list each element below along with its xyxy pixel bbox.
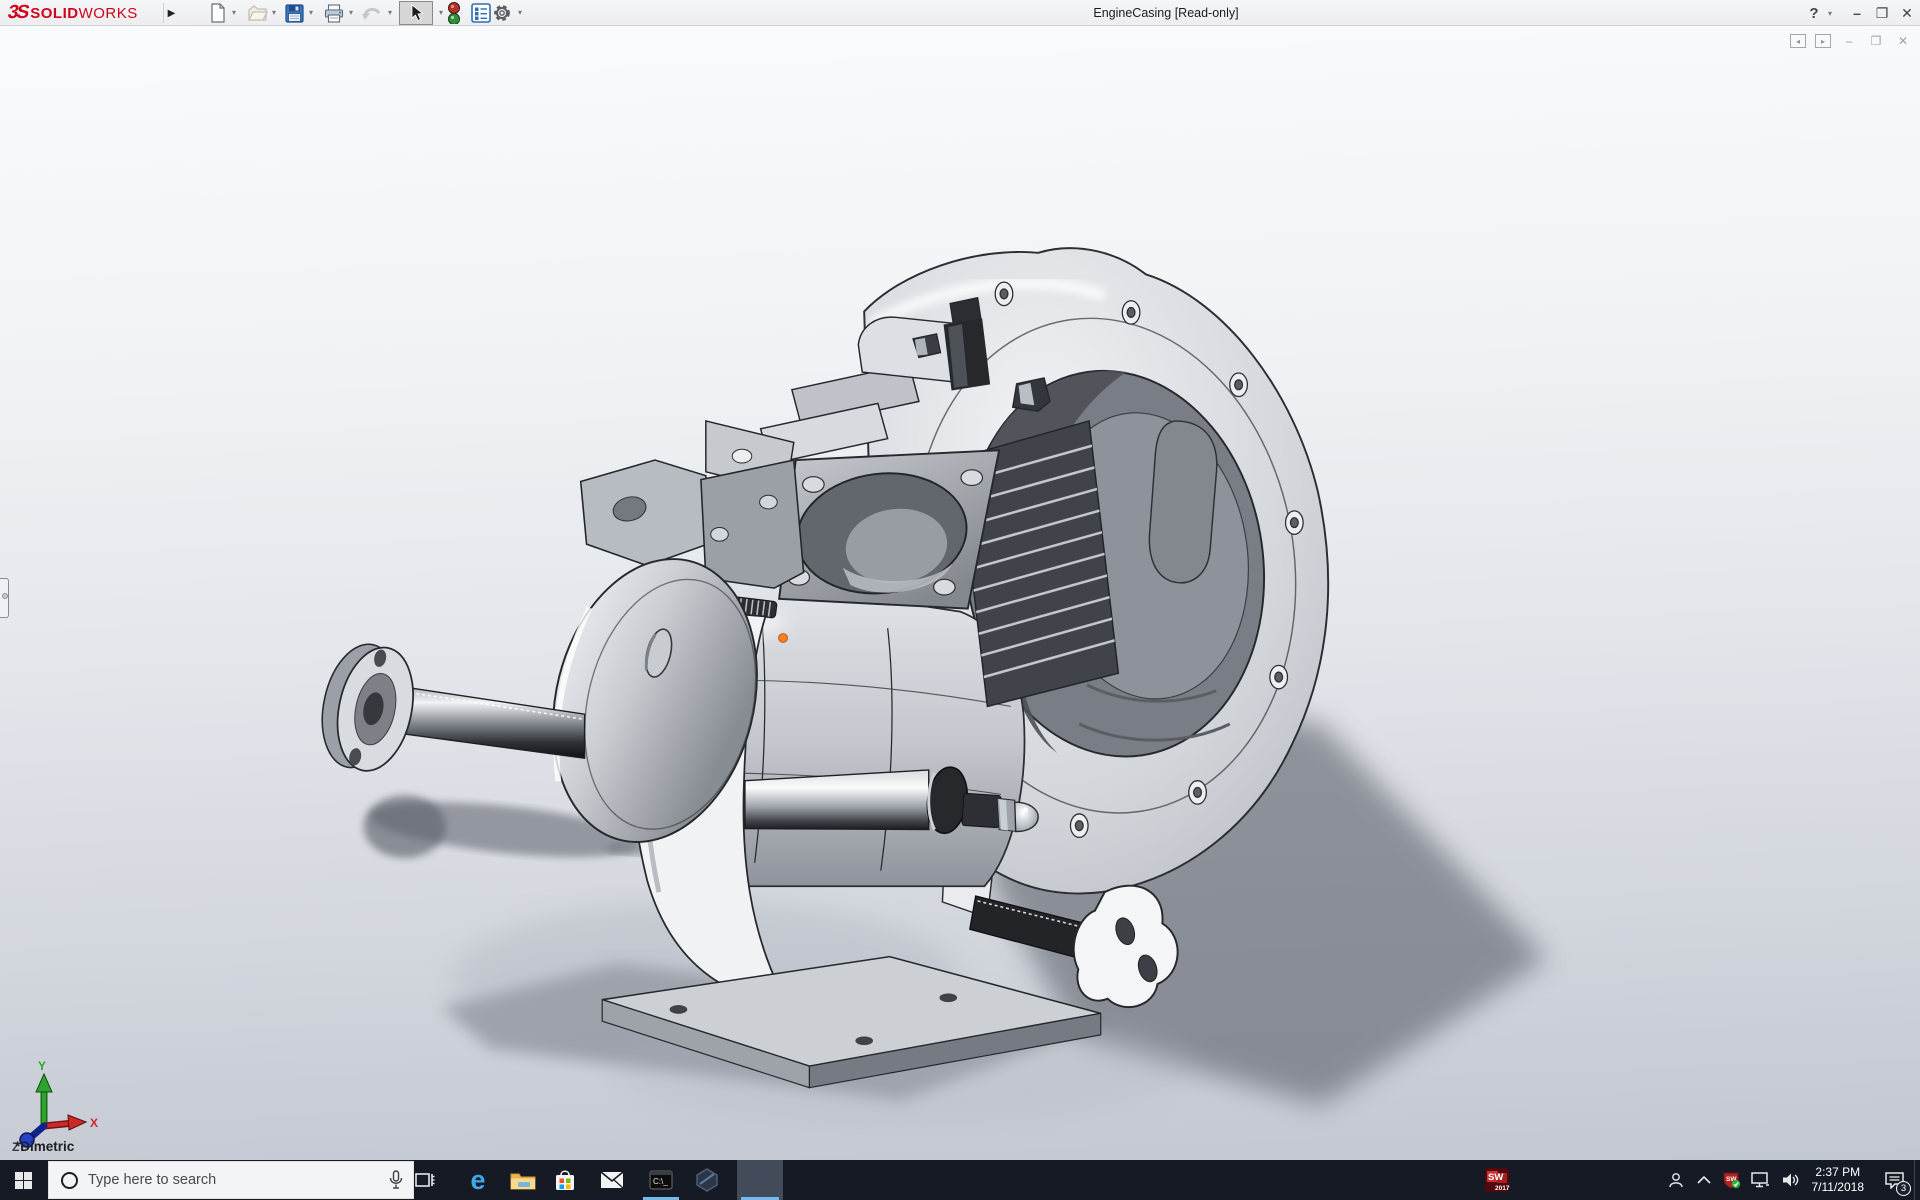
- engine-casing-model: [321, 247, 1547, 1125]
- volume-icon[interactable]: [1776, 1160, 1806, 1200]
- taskbar-clock[interactable]: 2:37 PM 7/11/2018: [1812, 1165, 1865, 1195]
- clock-time: 2:37 PM: [1815, 1165, 1861, 1179]
- tray-chevron-icon[interactable]: [1690, 1160, 1718, 1200]
- doc-restore-button[interactable]: ❐: [1867, 32, 1885, 50]
- edge-icon[interactable]: e: [456, 1160, 500, 1200]
- hexagon-app-icon[interactable]: [685, 1160, 729, 1200]
- origin-marker[interactable]: [778, 633, 788, 643]
- open-caret[interactable]: ▾: [269, 8, 279, 20]
- network-icon[interactable]: [1746, 1160, 1776, 1200]
- title-bar: 3S SOLIDWORKS ▶ ▾ ▾ ▾ ▾ ▾ ▾ ▾ EngineCasi…: [0, 0, 1920, 26]
- microphone-icon[interactable]: [389, 1170, 403, 1190]
- help-caret[interactable]: ▾: [1824, 0, 1836, 26]
- mail-icon[interactable]: [590, 1160, 634, 1200]
- open-button[interactable]: [247, 2, 269, 24]
- close-button[interactable]: ✕: [1896, 0, 1918, 26]
- task-view-button[interactable]: [403, 1160, 447, 1200]
- help-button[interactable]: ?: [1804, 0, 1824, 26]
- solidworks-logo: 3S SOLIDWORKS: [5, 1, 138, 25]
- menu-flyout-arrow[interactable]: ▶: [163, 3, 179, 23]
- save-caret[interactable]: ▾: [306, 8, 316, 20]
- show-desktop-strip[interactable]: [1914, 1160, 1920, 1200]
- cortana-icon: [61, 1171, 78, 1189]
- solidworks-window: 3S SOLIDWORKS ▶ ▾ ▾ ▾ ▾ ▾ ▾ ▾ EngineCasi…: [0, 0, 1920, 1200]
- start-button[interactable]: [0, 1160, 46, 1200]
- doc-minimize-button[interactable]: –: [1840, 32, 1858, 50]
- expand-dot: [1, 593, 8, 599]
- svg-text:X: X: [90, 1116, 98, 1130]
- file-explorer-icon[interactable]: [501, 1160, 545, 1200]
- svg-text:Y: Y: [38, 1059, 46, 1073]
- doc-close-button[interactable]: ✕: [1894, 32, 1912, 50]
- property-list-button[interactable]: [470, 2, 492, 24]
- people-icon[interactable]: [1662, 1160, 1690, 1200]
- store-icon[interactable]: [543, 1160, 587, 1200]
- undo-caret[interactable]: ▾: [385, 8, 395, 20]
- undo-button[interactable]: [361, 2, 383, 24]
- search-placeholder: Type here to search: [88, 1172, 217, 1188]
- solidworks-app-icon[interactable]: SW 2017: [1474, 1160, 1520, 1200]
- action-center-button[interactable]: 3: [1874, 1160, 1914, 1200]
- orientation-triad: Y X Z: [12, 1059, 98, 1152]
- ds-logo-icon: 3S: [5, 2, 30, 23]
- left-axle: [321, 643, 586, 772]
- command-prompt-icon[interactable]: C:\_: [639, 1160, 683, 1200]
- system-tray: SW 2:37 PM 7/11/2018 3: [1662, 1160, 1920, 1200]
- options-gear-button[interactable]: [491, 2, 513, 24]
- select-tool-button[interactable]: [399, 1, 433, 25]
- new-document-button[interactable]: [207, 2, 229, 24]
- save-button[interactable]: [283, 2, 305, 24]
- new-document-caret[interactable]: ▾: [229, 8, 239, 20]
- pane-right-button[interactable]: ▸: [1815, 34, 1831, 48]
- options-caret[interactable]: ▾: [515, 8, 525, 20]
- solidworks-taskbar-slot[interactable]: SW 2017: [737, 1160, 1510, 1200]
- graphics-viewport[interactable]: ◂ ▸ – ❐ ✕ Y X Z *Dimetric: [0, 26, 1920, 1160]
- window-title: EngineCasing [Read-only]: [1093, 6, 1239, 20]
- brand-text: SOLIDWORKS: [30, 4, 138, 22]
- print-caret[interactable]: ▾: [346, 8, 356, 20]
- svg-text:C:\_: C:\_: [653, 1177, 668, 1186]
- restore-button[interactable]: ❐: [1871, 0, 1893, 26]
- clock-date: 7/11/2018: [1811, 1180, 1865, 1194]
- feature-manager-collapsed-tab[interactable]: [0, 578, 9, 618]
- document-window-controls: ◂ ▸ – ❐ ✕: [1790, 32, 1912, 50]
- print-button[interactable]: [323, 2, 345, 24]
- notification-badge: 3: [1896, 1181, 1911, 1196]
- view-orientation-label: *Dimetric: [15, 1139, 75, 1154]
- sw-shield-tray-icon[interactable]: SW: [1718, 1160, 1746, 1200]
- windows-taskbar: Type here to search e C:\_ SW 2017 SW 2:…: [0, 1160, 1920, 1200]
- traffic-light-icon-button[interactable]: [443, 2, 465, 24]
- pane-left-button[interactable]: ◂: [1790, 34, 1806, 48]
- cylinder-flange: [778, 449, 1001, 610]
- minimize-button[interactable]: –: [1846, 0, 1868, 26]
- svg-text:SW: SW: [1488, 1172, 1503, 1183]
- svg-text:2017: 2017: [1495, 1185, 1510, 1192]
- taskbar-search[interactable]: Type here to search: [48, 1161, 414, 1199]
